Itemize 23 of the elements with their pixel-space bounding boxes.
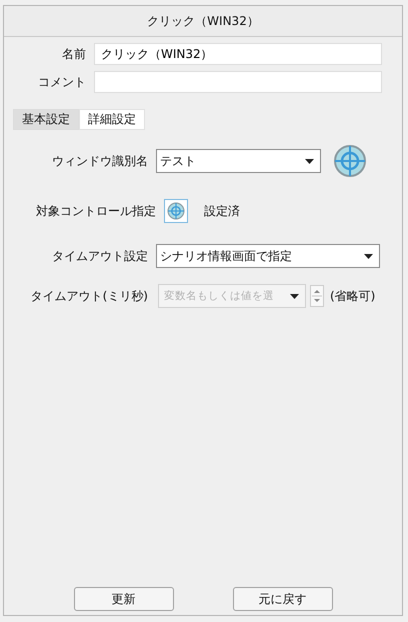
status-text: 設定済	[204, 202, 240, 220]
timeout-select[interactable]: シナリオ情報画面で指定	[156, 244, 380, 268]
window-select[interactable]: テスト	[156, 149, 321, 173]
field-label: タイムアウト(ミリ秒)	[30, 288, 149, 304]
field-label: タイムアウト設定	[51, 248, 149, 264]
text-field[interactable]: クリック（WIN32）	[94, 43, 382, 65]
field-label: 名前	[61, 46, 87, 62]
crosshair-icon[interactable]	[333, 144, 367, 178]
field-label: 対象コントロール指定	[35, 202, 157, 220]
caret-icon	[290, 294, 299, 298]
field-label: コメント	[37, 74, 87, 90]
caret-icon	[305, 158, 314, 164]
crosshair-icon[interactable]	[167, 202, 185, 220]
action-button[interactable]: 元に戻す	[232, 587, 332, 611]
optional-note: (省略可)	[330, 288, 376, 304]
text-field[interactable]	[94, 71, 382, 93]
spinner[interactable]	[310, 285, 324, 307]
caret-icon	[364, 254, 373, 258]
action-button[interactable]: 更新	[74, 587, 174, 611]
tab[interactable]: 基本設定	[13, 109, 79, 130]
dialog-title: クリック（WIN32）	[147, 12, 259, 30]
field-label: ウィンドウ識別名	[51, 152, 149, 170]
tab[interactable]: 詳細設定	[79, 109, 145, 130]
